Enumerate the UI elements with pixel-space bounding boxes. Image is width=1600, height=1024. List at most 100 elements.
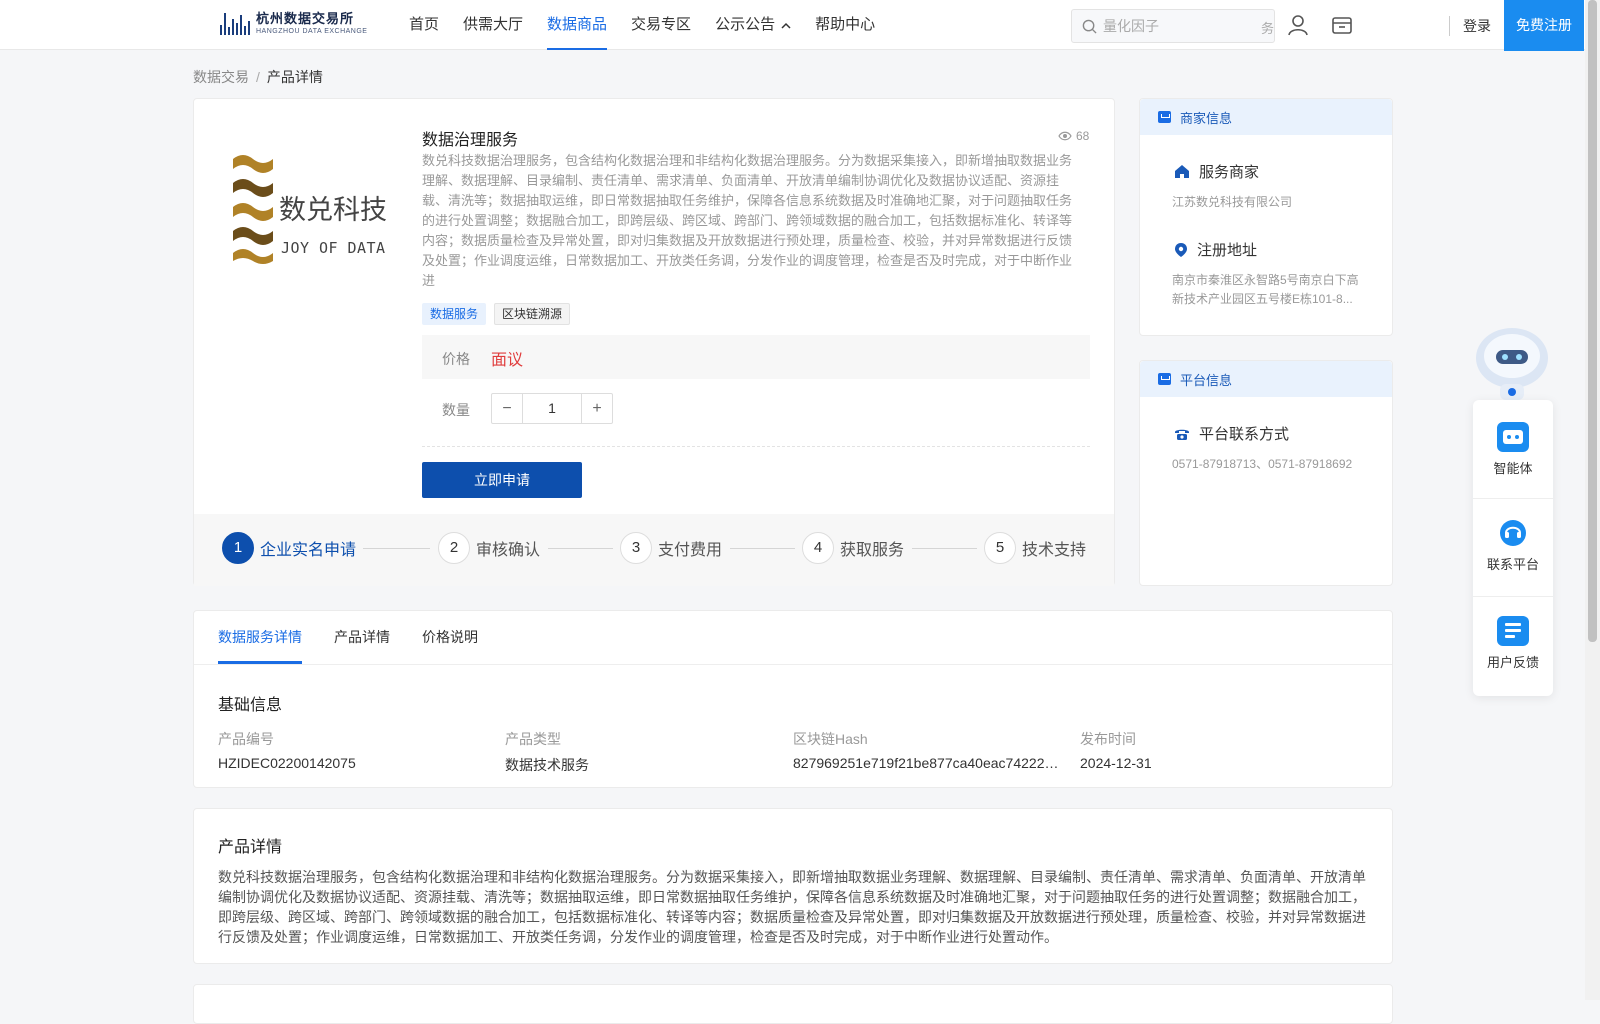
contact-platform-button[interactable]: 联系平台 [1473,518,1553,573]
step-4: 4 获取服务 [802,532,904,564]
price-row: 价格 面议 [422,335,1090,379]
detail-tabs: 数据服务详情 产品详情 价格说明 [218,611,478,664]
basic-info-title: 基础信息 [218,697,283,714]
step-number: 5 [984,532,1016,564]
nav-data-products[interactable]: 数据商品 [535,0,619,50]
step-label: 企业实名申请 [260,542,357,559]
merchant-info-header: 商家信息 [1140,99,1392,135]
tabs-divider [194,664,1392,665]
field-value: HZIDEC02200142075 [218,755,356,771]
platform-contact-value: 0571-87918713、0571-87918692 [1172,457,1353,471]
nav-announcements-label: 公示公告 [715,16,776,33]
tag-blockchain: 区块链溯源 [494,303,571,325]
login-link[interactable]: 登录 [1463,16,1491,36]
logo-en-text: HANGZHOU DATA EXCHANGE [256,27,368,35]
step-number: 4 [802,532,834,564]
address-label: 注册地址 [1197,242,1258,259]
agent-button[interactable]: 智能体 [1473,422,1553,477]
chatbot-icon [1497,422,1529,452]
platform-info-header: 平台信息 [1140,361,1392,397]
product-detail-title: 产品详情 [218,839,283,856]
field-value: 827969251e719f21be877ca40eac742223... [793,755,1063,771]
next-section-card [193,984,1393,1024]
step-2: 2 审核确认 [438,532,540,564]
tab-service-details[interactable]: 数据服务详情 [218,611,302,664]
eye-icon [1058,131,1072,141]
process-steps: 1 企业实名申请 2 审核确认 3 支付费用 4 获取服务 5 技术支持 [194,514,1114,586]
apply-now-button[interactable]: 立即申请 [422,462,582,498]
breadcrumb-current: 产品详情 [266,69,323,85]
quantity-input[interactable]: 1 [522,394,582,423]
field-publish-date: 发布时间 2024-12-31 [1080,729,1350,771]
nav-home[interactable]: 首页 [397,0,451,50]
assistant-robot-icon[interactable] [1472,326,1552,400]
step-label: 获取服务 [840,542,905,559]
top-header: 杭州数据交易所 HANGZHOU DATA EXCHANGE 首页 供需大厅 数… [0,0,1585,51]
nav-supply-demand[interactable]: 供需大厅 [451,0,535,50]
quantity-stepper: − 1 + [491,393,613,424]
nav-trade-zone[interactable]: 交易专区 [619,0,703,50]
field-value: 数据技术服务 [505,757,589,773]
step-label: 技术支持 [1022,542,1087,559]
platform-contact-label: 平台联系方式 [1199,426,1290,443]
step-number: 1 [222,532,254,564]
breadcrumb-separator: / [256,69,260,85]
product-title: 数据治理服务 [422,132,519,149]
quantity-increase-button[interactable]: + [582,394,612,423]
logo-bars-icon [220,11,250,35]
tab-price-notes[interactable]: 价格说明 [422,611,478,664]
feedback-icon [1497,616,1529,646]
search-input[interactable] [1103,18,1253,34]
main-nav: 首页 供需大厅 数据商品 交易专区 公示公告 帮助中心 [397,0,887,50]
location-pin-icon [1175,242,1187,257]
product-card: 数兑科技 JOY OF DATA 数据治理服务 68 数兑科技数据治理服务，包含… [193,98,1115,586]
breadcrumb: 数据交易 / 产品详情 [193,67,323,87]
address-value: 南京市秦淮区永智路5号南京白下高新技术产业园区五号楼E栋101-8... [1172,273,1359,306]
step-label: 支付费用 [658,542,723,559]
step-connector [363,548,430,549]
field-label: 发布时间 [1080,731,1136,747]
price-value: 面议 [491,352,524,369]
header-divider [1449,16,1450,36]
site-logo[interactable]: 杭州数据交易所 HANGZHOU DATA EXCHANGE [220,11,367,35]
search-suffix-text: 务 [1260,21,1274,36]
tag-data-service: 数据服务 [422,303,487,325]
chevron-up-icon [781,1,791,51]
merchant-info-title: 商家信息 [1180,110,1233,126]
brand-logo-en: JOY OF DATA [281,239,385,257]
service-merchant-value[interactable]: 江苏数兑科技有限公司 [1172,193,1364,212]
field-product-type: 产品类型 数据技术服务 [505,729,775,775]
price-label: 价格 [442,351,470,367]
breadcrumb-root[interactable]: 数据交易 [193,69,249,85]
field-label: 区块链Hash [793,731,868,747]
headset-icon [1497,518,1529,548]
field-product-code: 产品编号 HZIDEC02200142075 [218,729,488,771]
service-detail-card: 数据服务详情 产品详情 价格说明 基础信息 产品编号 HZIDEC0220014… [193,610,1393,788]
product-detail-text: 数兑科技数据治理服务，包含结构化数据治理和非结构化数据治理服务。分为数据采集接入… [218,869,1366,945]
register-button[interactable]: 免费注册 [1504,0,1584,51]
step-label: 审核确认 [476,542,541,559]
phone-icon [1175,429,1189,440]
divider [1473,596,1553,597]
view-count-value: 68 [1076,129,1090,143]
user-feedback-button[interactable]: 用户反馈 [1473,616,1553,671]
user-icon[interactable] [1287,14,1309,36]
nav-help-center[interactable]: 帮助中心 [803,0,887,50]
step-number: 3 [620,532,652,564]
brand-logo-cn: 数兑科技 [279,195,387,226]
step-connector [730,548,795,549]
search-box[interactable]: 务 [1071,9,1275,43]
search-icon [1082,19,1097,34]
tab-product-details[interactable]: 产品详情 [334,611,390,664]
step-connector [912,548,977,549]
divider [1473,498,1553,499]
scrollbar-thumb[interactable] [1588,0,1597,642]
quantity-decrease-button[interactable]: − [492,394,522,423]
quantity-label: 数量 [442,402,470,418]
nav-announcements[interactable]: 公示公告 [703,0,803,50]
info-icon [1158,373,1171,385]
user-feedback-label: 用户反馈 [1486,655,1539,670]
cart-icon[interactable] [1331,14,1353,36]
divider [422,446,1090,447]
product-summary: 数兑科技数据治理服务，包含结构化数据治理和非结构化数据治理服务。分为数据采集接入… [422,153,1073,288]
